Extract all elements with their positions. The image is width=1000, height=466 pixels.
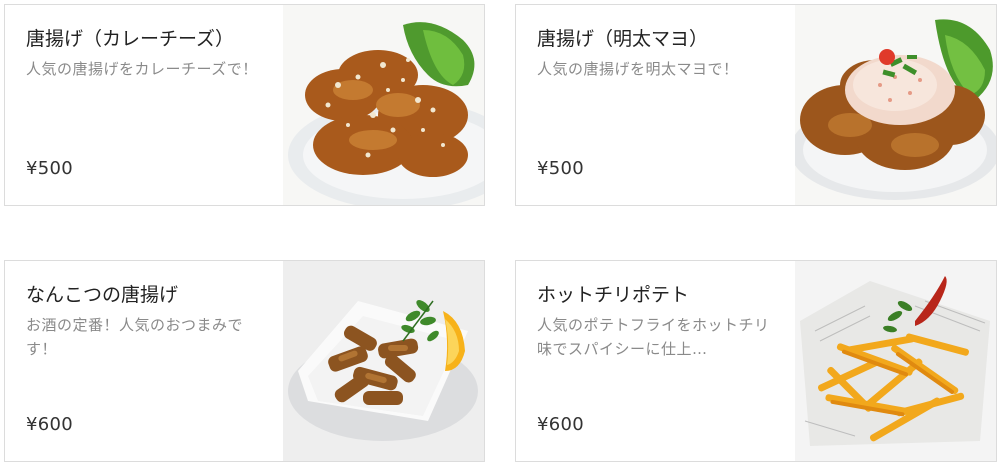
menu-item-name: 唐揚げ（カレーチーズ）	[26, 28, 235, 50]
menu-card-karaage-mentai-mayo[interactable]: 唐揚げ（明太マヨ） 人気の唐揚げを明太マヨで！ ¥500	[515, 4, 997, 206]
menu-item-price: ¥600	[537, 414, 585, 435]
menu-item-description: 人気のポテトフライをホットチリ味でスパイシーに仕上…	[537, 316, 770, 358]
menu-card-nankotsu-karaage[interactable]: なんこつの唐揚げ お酒の定番！人気のおつまみです！ ¥600	[4, 260, 485, 462]
menu-item-name: なんこつの唐揚げ	[26, 284, 179, 306]
menu-item-name: ホットチリポテト	[537, 284, 690, 306]
karaage-curry-cheese-photo	[283, 5, 484, 205]
menu-item-price: ¥600	[26, 414, 74, 435]
menu-card-karaage-curry-cheese[interactable]: 唐揚げ（カレーチーズ） 人気の唐揚げをカレーチーズで！ ¥500	[4, 4, 485, 206]
menu-item-price: ¥500	[26, 158, 74, 179]
menu-grid: 唐揚げ（カレーチーズ） 人気の唐揚げをカレーチーズで！ ¥500 唐揚げ（明太マ…	[0, 0, 1000, 466]
menu-item-description: 人気の唐揚げをカレーチーズで！	[26, 60, 258, 78]
hot-chili-fries-photo	[795, 261, 996, 461]
menu-item-price: ¥500	[537, 158, 585, 179]
menu-card-hot-chili-fries[interactable]: ホットチリポテト 人気のポテトフライをホットチリ味でスパイシーに仕上… ¥600	[515, 260, 997, 462]
menu-item-description: お酒の定番！人気のおつまみです！	[26, 316, 244, 358]
menu-item-description: 人気の唐揚げを明太マヨで！	[537, 60, 739, 78]
karaage-mentai-mayo-photo	[795, 5, 996, 205]
menu-item-name: 唐揚げ（明太マヨ）	[537, 28, 709, 50]
nankotsu-karaage-photo	[283, 261, 484, 461]
